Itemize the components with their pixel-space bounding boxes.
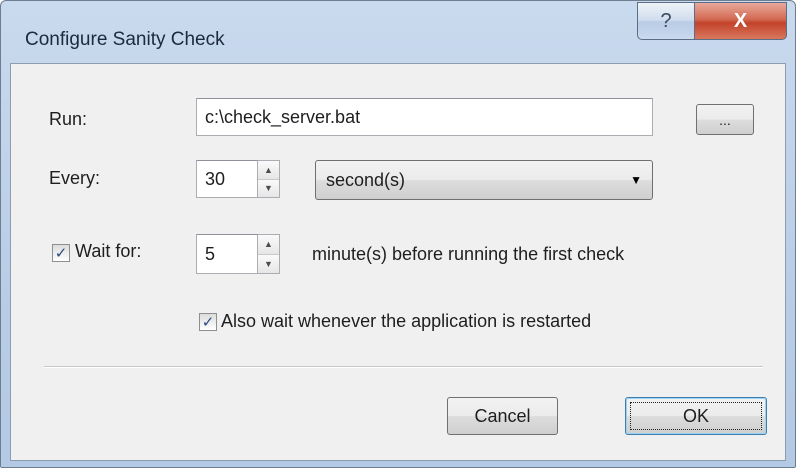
restart-wait-label: Also wait whenever the application is re… [221,311,592,331]
check-icon: ✓ [201,313,215,331]
restart-wait-checkbox[interactable]: ✓ [199,313,217,331]
chevron-down-icon: ▼ [630,173,642,187]
browse-button[interactable]: ... [696,104,754,135]
caption-buttons: ? X [637,2,787,40]
divider [44,366,763,368]
run-command-input[interactable]: c:\check_server.bat [196,98,653,136]
cancel-button-label: Cancel [474,405,531,426]
help-button[interactable]: ? [637,2,695,40]
wait-for-label: Wait for: [75,241,142,261]
cancel-button[interactable]: Cancel [447,397,558,435]
focus-rectangle [630,402,762,430]
wait-value-input[interactable]: 5 [196,234,258,274]
ok-button[interactable]: OK [625,397,767,435]
every-value-input[interactable]: 30 [196,160,258,198]
wait-spinner[interactable]: ▲ ▼ [258,234,280,274]
interval-unit-value: second(s) [326,169,406,190]
every-label: Every: [49,168,101,188]
close-icon: X [733,9,748,32]
run-label: Run: [49,109,88,129]
window-title: Configure Sanity Check [25,29,225,50]
wait-suffix-text: minute(s) before running the first check [312,244,625,264]
dialog-body: Run: c:\check_server.bat ... Every: 30 ▲… [10,63,786,461]
wait-for-checkbox[interactable]: ✓ [52,244,70,262]
spin-up-icon[interactable]: ▲ [258,161,279,180]
spin-down-icon[interactable]: ▼ [258,254,279,273]
title-bar[interactable]: Configure Sanity Check ? X [1,1,795,63]
check-icon: ✓ [54,244,68,262]
dialog-window: Configure Sanity Check ? X Run: c:\check… [0,0,796,468]
spin-down-icon[interactable]: ▼ [258,179,279,197]
close-button[interactable]: X [695,2,787,40]
interval-unit-select[interactable]: second(s) ▼ [315,160,653,200]
spin-up-icon[interactable]: ▲ [258,235,279,255]
help-icon: ? [660,9,672,32]
every-spinner[interactable]: ▲ ▼ [258,160,280,198]
browse-button-label: ... [719,111,731,128]
